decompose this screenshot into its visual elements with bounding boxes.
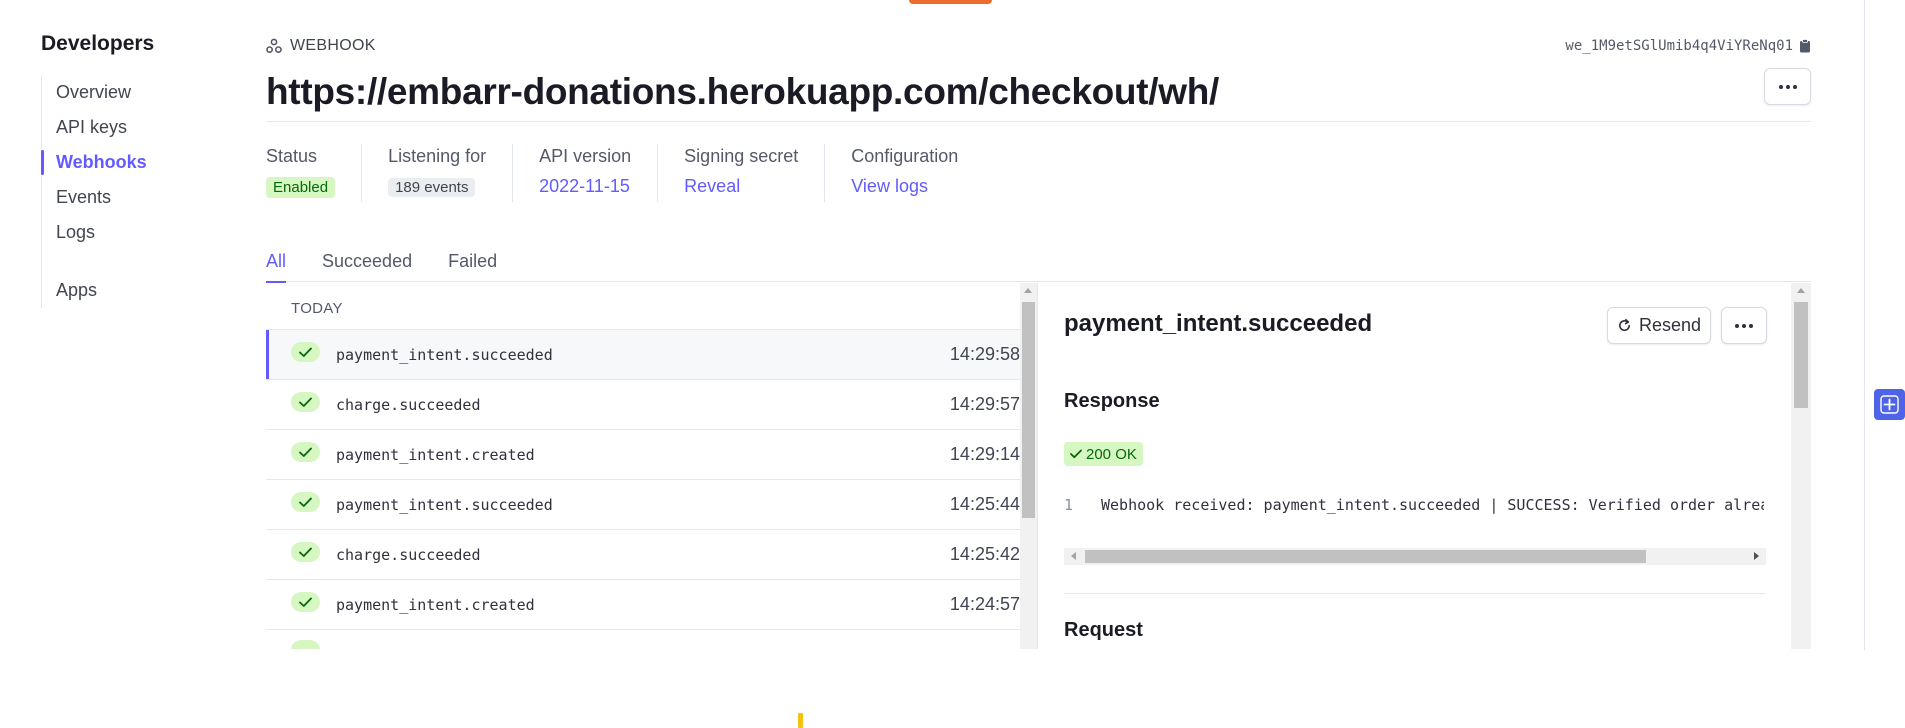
meta-api-version: API version 2022-11-15 xyxy=(512,144,657,202)
scroll-right-arrow-icon[interactable] xyxy=(1754,552,1759,560)
scroll-up-arrow-icon[interactable] xyxy=(1024,288,1032,293)
header-divider xyxy=(266,121,1811,122)
check-icon xyxy=(291,592,320,612)
event-filter-tabs: All Succeeded Failed xyxy=(266,248,1811,283)
event-list-scrollbar[interactable] xyxy=(1020,283,1037,649)
page-edge-divider xyxy=(1864,0,1865,650)
response-horizontal-scrollbar[interactable] xyxy=(1064,548,1766,565)
scroll-left-arrow-icon[interactable] xyxy=(1071,552,1076,560)
detail-scrollbar[interactable] xyxy=(1791,283,1811,649)
sidebar-item-webhooks[interactable]: Webhooks xyxy=(41,145,221,180)
check-icon xyxy=(291,640,320,649)
top-tab-indicator xyxy=(909,0,992,4)
more-icon xyxy=(1735,323,1753,328)
resend-button[interactable]: Resend xyxy=(1607,307,1711,344)
api-version-link[interactable]: 2022-11-15 xyxy=(539,176,630,196)
event-time: 14:25:42 xyxy=(949,544,1020,564)
response-body-text: Webhook received: payment_intent.succeed… xyxy=(1101,496,1764,514)
response-status-badge: 200 OK xyxy=(1064,442,1143,466)
meta-status-label: Status xyxy=(266,146,318,166)
event-name: payment_intent.created xyxy=(336,445,535,464)
check-icon xyxy=(291,392,320,412)
webhook-meta: Status Enabled Listening for 189 events … xyxy=(266,144,984,202)
tab-failed[interactable]: Failed xyxy=(448,248,497,282)
check-icon xyxy=(291,492,320,512)
plus-icon xyxy=(1880,395,1899,414)
sidebar-item-logs[interactable]: Logs xyxy=(42,215,221,250)
webhook-type-label: WEBHOOK xyxy=(290,37,376,54)
meta-signing-secret: Signing secret Reveal xyxy=(657,144,824,202)
webhook-icon xyxy=(266,38,282,53)
sidebar-title: Developers xyxy=(41,32,155,55)
meta-configuration: Configuration View logs xyxy=(824,144,984,202)
clipboard-icon[interactable] xyxy=(1799,39,1811,53)
meta-listening: Listening for 189 events xyxy=(361,144,512,202)
response-status-text: 200 OK xyxy=(1086,445,1137,463)
event-time: 14:29:57 xyxy=(949,394,1020,414)
status-badge: Enabled xyxy=(266,177,336,198)
sidebar-item-apps[interactable]: Apps xyxy=(42,273,221,308)
endpoint-id-text: we_1M9etSGlUmib4q4ViYReNq01 xyxy=(1565,38,1793,54)
event-time: 14:25:44 xyxy=(949,494,1020,514)
tab-all[interactable]: All xyxy=(266,248,287,283)
scrollbar-thumb[interactable] xyxy=(1794,302,1808,408)
event-name: charge.succeeded xyxy=(336,395,481,414)
check-icon xyxy=(1070,449,1082,459)
more-icon xyxy=(1778,84,1797,89)
event-name: payment_intent.succeeded xyxy=(336,345,553,364)
sidebar-nav: Overview API keys Webhooks Events Logs A… xyxy=(41,75,221,308)
event-time: 14:24:57 xyxy=(949,594,1020,614)
response-body[interactable]: 1 Webhook received: payment_intent.succee… xyxy=(1064,496,1764,524)
text-cursor-marker xyxy=(798,713,803,728)
event-time: 14:29:14 xyxy=(949,444,1020,464)
detail-divider xyxy=(1064,593,1766,594)
resend-label: Resend xyxy=(1638,315,1702,335)
event-name: payment_intent.succeeded xyxy=(336,495,553,514)
date-section-label: TODAY xyxy=(266,283,1020,330)
meta-status: Status Enabled xyxy=(266,144,361,202)
meta-api-version-label: API version xyxy=(539,146,632,166)
scrollbar-thumb[interactable] xyxy=(1085,550,1646,563)
event-detail-panel: payment_intent.succeeded Resend Response… xyxy=(1038,283,1791,649)
meta-listening-label: Listening for xyxy=(388,146,487,166)
reveal-secret-link[interactable]: Reveal xyxy=(684,176,740,196)
list-item-partial xyxy=(266,630,1020,649)
scroll-up-arrow-icon[interactable] xyxy=(1797,288,1805,293)
meta-signing-secret-label: Signing secret xyxy=(684,146,799,166)
list-item[interactable]: payment_intent.created 14:24:57 xyxy=(266,580,1020,630)
list-item[interactable]: payment_intent.succeeded 14:25:44 xyxy=(266,480,1020,530)
refresh-icon xyxy=(1619,318,1630,331)
more-actions-button[interactable] xyxy=(1764,68,1811,105)
event-more-button[interactable] xyxy=(1721,307,1767,344)
event-name: charge.succeeded xyxy=(336,545,481,564)
floating-add-button[interactable] xyxy=(1874,389,1905,420)
event-detail-title: payment_intent.succeeded xyxy=(1064,310,1373,337)
sidebar-item-events[interactable]: Events xyxy=(42,180,221,215)
sidebar: Developers Overview API keys Webhooks Ev… xyxy=(41,32,221,308)
event-list: TODAY payment_intent.succeeded 14:29:58 … xyxy=(266,283,1020,649)
meta-configuration-label: Configuration xyxy=(851,146,959,166)
check-icon xyxy=(291,342,320,362)
sidebar-item-api-keys[interactable]: API keys xyxy=(42,110,221,145)
code-line-number: 1 xyxy=(1064,496,1074,514)
event-time: 14:29:58 xyxy=(949,344,1020,364)
list-item[interactable]: payment_intent.created 14:29:14 xyxy=(266,430,1020,480)
list-item[interactable]: charge.succeeded 14:25:42 xyxy=(266,530,1020,580)
webhook-header: WEBHOOK we_1M9etSGlUmib4q4ViYReNq01 http… xyxy=(266,32,1811,122)
list-item[interactable]: payment_intent.succeeded 14:29:58 xyxy=(266,330,1020,380)
check-icon xyxy=(291,442,320,462)
sidebar-item-overview[interactable]: Overview xyxy=(42,75,221,110)
event-name: payment_intent.created xyxy=(336,595,535,614)
list-item[interactable]: charge.succeeded 14:29:57 xyxy=(266,380,1020,430)
page-title: https://embarr-donations.herokuapp.com/c… xyxy=(266,71,1219,112)
endpoint-id[interactable]: we_1M9etSGlUmib4q4ViYReNq01 xyxy=(1565,38,1811,54)
view-logs-link[interactable]: View logs xyxy=(851,176,928,196)
request-heading: Request xyxy=(1064,619,1143,641)
check-icon xyxy=(291,542,320,562)
events-count-badge[interactable]: 189 events xyxy=(388,178,476,197)
scrollbar-thumb[interactable] xyxy=(1022,302,1035,518)
response-heading: Response xyxy=(1064,390,1160,412)
tab-succeeded[interactable]: Succeeded xyxy=(322,248,412,282)
